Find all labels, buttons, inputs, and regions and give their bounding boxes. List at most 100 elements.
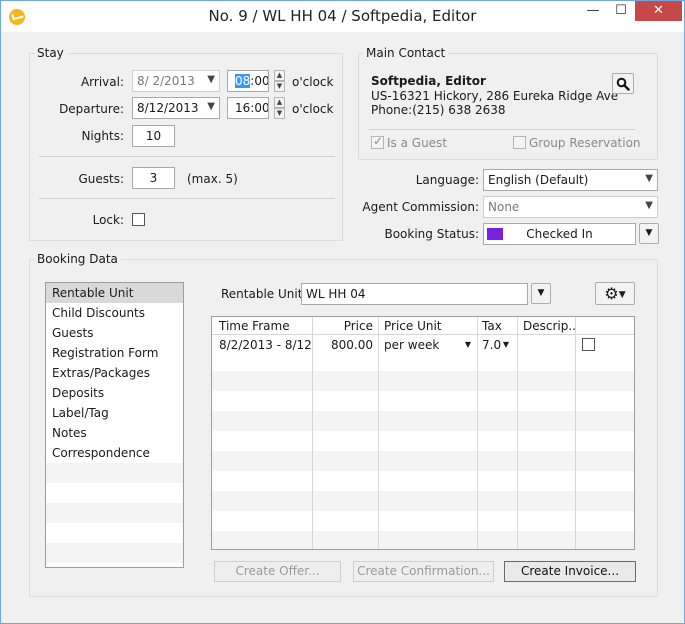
is-guest-checkbox[interactable] [371,134,384,149]
departure-date-value: 8/12/2013 [137,101,199,115]
grid-column-divider [378,317,379,549]
booking-status-field[interactable]: Checked In [483,223,636,245]
contact-search-button[interactable] [612,73,634,94]
group-reservation-checkbox[interactable] [513,136,526,149]
create-offer-button[interactable]: Create Offer... [214,561,341,582]
booking-data-group-label: Booking Data [34,252,121,266]
rates-grid-header: Time Frame Price Price Unit Tax Descrip.… [212,317,634,335]
language-value: English (Default) [488,173,589,187]
maximize-button[interactable]: ☐ [607,1,635,21]
nights-field[interactable]: 10 [132,125,175,147]
booking-status-value: Checked In [526,227,593,241]
spin-up-icon[interactable]: ▲ [274,97,285,108]
tax-value: 7.0 [482,338,502,352]
departure-oclock-label: o'clock [292,102,334,116]
table-row [212,531,634,549]
contact-phone: Phone:(215) 638 2638 [371,103,506,117]
row-checkbox[interactable] [582,338,595,351]
arrival-date-value: 8/ 2/2013 [137,74,195,88]
cell-price: 800.00 [331,338,373,352]
list-item [46,543,183,563]
chevron-down-icon: ▼ [502,340,509,349]
departure-time-field[interactable]: 16:00 [227,97,269,119]
nav-item-correspondence[interactable]: Correspondence [46,443,183,463]
nav-item-child-discounts[interactable]: Child Discounts [46,303,183,323]
booking-status-label: Booking Status: [384,227,479,241]
lock-label: Lock: [92,213,124,227]
arrival-label: Arrival: [80,75,124,89]
search-icon [616,77,630,91]
minimize-button[interactable]: — [579,1,607,21]
main-contact-group-label: Main Contact [363,46,449,60]
cell-time-frame: 8/2/2013 - 8/12/... [219,338,312,352]
arrival-oclock-label: o'clock [292,75,334,89]
nav-item-deposits[interactable]: Deposits [46,383,183,403]
price-unit-value: per week [384,338,440,352]
col-header-description[interactable]: Descrip... [518,317,576,334]
arrival-time-minutes: :00 [250,74,269,88]
rentable-units-dropdown-button[interactable]: ▼ [531,283,551,304]
col-header-price-unit[interactable]: Price Unit [379,317,477,334]
chevron-down-icon: ▼ [618,290,626,300]
departure-time-spinner[interactable]: ▲ ▼ [274,97,285,119]
col-header-tax[interactable]: Tax [477,317,517,334]
guests-label: Guests: [78,172,124,186]
col-header-price[interactable]: Price [312,317,378,334]
chevron-down-icon: ▼ [464,340,471,349]
arrival-time-hour: 08 [235,74,251,88]
table-row [212,371,634,391]
create-confirmation-button[interactable]: Create Confirmation... [353,561,494,582]
rentable-units-field[interactable]: WL HH 04 [301,283,528,305]
grid-column-divider [575,317,576,549]
arrival-date-picker[interactable]: 8/ 2/2013 ▼ [132,70,220,92]
cell-price-unit[interactable]: per week ▼ [379,335,477,355]
grid-column-divider [517,317,518,549]
chevron-down-icon: ▼ [207,74,215,85]
stay-separator-2 [39,198,335,199]
chevron-down-icon: ▼ [207,101,215,112]
settings-menu-button[interactable]: ⚙▼ [595,282,635,305]
nav-item-rentable-unit[interactable]: Rentable Unit [46,283,183,303]
create-invoice-button[interactable]: Create Invoice... [504,561,636,582]
group-reservation-label: Group Reservation [529,136,641,150]
spin-down-icon[interactable]: ▼ [274,108,285,119]
list-item [46,523,183,543]
booking-window: No. 9 / WL HH 04 / Softpedia, Editor — ☐… [0,0,685,624]
guests-max-label: (max. 5) [187,172,238,186]
booking-nav-list: Rentable Unit Child Discounts Guests Reg… [45,282,184,568]
title-bar: No. 9 / WL HH 04 / Softpedia, Editor — ☐… [1,1,684,32]
agent-commission-dropdown[interactable]: None ▼ [483,196,658,218]
spin-down-icon[interactable]: ▼ [274,81,285,92]
status-color-swatch [487,228,503,240]
guests-field[interactable]: 3 [132,167,175,189]
departure-label: Departure: [59,102,124,116]
table-row [212,451,634,471]
col-header-time-frame[interactable]: Time Frame [214,317,312,334]
arrival-time-spinner[interactable]: ▲ ▼ [274,70,285,92]
arrival-time-field[interactable]: 08:00 [227,70,269,92]
close-button[interactable]: ✕ [635,1,682,21]
spin-up-icon[interactable]: ▲ [274,70,285,81]
departure-date-picker[interactable]: 8/12/2013 ▼ [132,97,220,119]
gear-icon: ⚙ [604,284,619,303]
table-row[interactable]: 8/2/2013 - 8/12/... 800.00 per week ▼ 7.… [212,335,634,355]
nights-label: Nights: [81,129,124,143]
contact-name: Softpedia, Editor [371,74,486,88]
language-label: Language: [415,173,479,187]
nav-item-guests[interactable]: Guests [46,323,183,343]
grid-column-divider [312,317,313,549]
chevron-down-icon: ▼ [645,173,653,184]
agent-commission-value: None [488,200,520,214]
cell-tax[interactable]: 7.0 ▼ [477,335,517,355]
nav-item-notes[interactable]: Notes [46,423,183,443]
nav-item-registration-form[interactable]: Registration Form [46,343,183,363]
table-row [212,491,634,511]
lock-checkbox[interactable] [132,213,145,226]
agent-commission-label: Agent Commission: [362,200,479,214]
contact-address: US-16321 Hickory, 286 Eureka Ridge Ave [371,89,619,103]
language-dropdown[interactable]: English (Default) ▼ [483,169,658,191]
nav-item-extras-packages[interactable]: Extras/Packages [46,363,183,383]
nav-item-label-tag[interactable]: Label/Tag [46,403,183,423]
booking-status-dropdown-button[interactable]: ▼ [639,223,659,244]
chevron-down-icon: ▼ [645,200,653,211]
